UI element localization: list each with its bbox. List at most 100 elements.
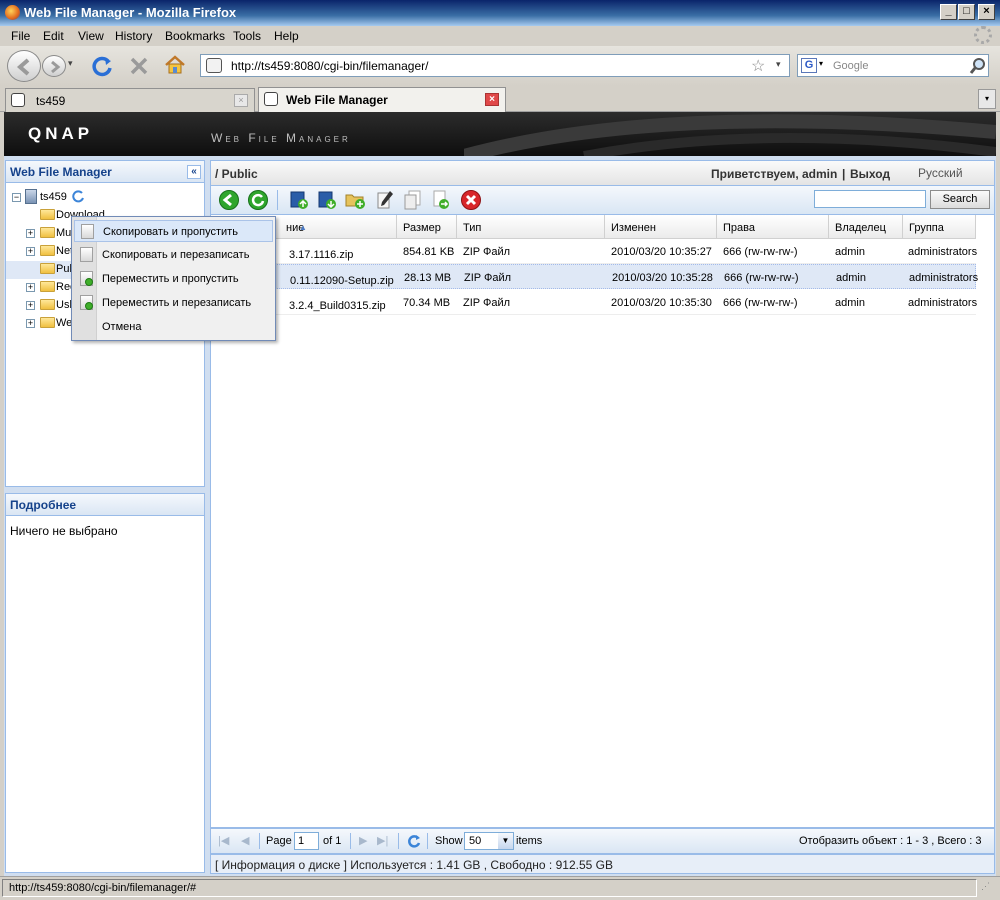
last-page-icon[interactable]: ▶|: [377, 834, 388, 847]
grid-header: ние ▲ Размер Тип Изменен Права Владелец …: [211, 215, 976, 239]
expand-icon[interactable]: +: [26, 283, 35, 292]
column-size[interactable]: Размер: [397, 215, 457, 239]
page-input[interactable]: 1: [294, 832, 319, 850]
home-icon[interactable]: [163, 53, 187, 77]
refresh-icon[interactable]: [248, 190, 268, 210]
forward-button[interactable]: [42, 55, 66, 77]
qnap-banner: QNAP Web File Manager: [4, 112, 996, 156]
close-window-button[interactable]: ×: [978, 4, 995, 20]
delete-icon[interactable]: [461, 190, 481, 210]
search-button[interactable]: Search: [930, 190, 990, 209]
menu-item-cancel[interactable]: Отмена: [74, 316, 273, 338]
back-button[interactable]: [7, 50, 41, 82]
file-row[interactable]: 3.2.4_Build0315.zip 70.34 MB ZIP Файл 20…: [211, 290, 977, 315]
page-size-select[interactable]: 50 ▼: [464, 832, 514, 850]
file-name: 0.11.12090-Setup.zip: [290, 275, 394, 287]
search-engine-box[interactable]: G ▾ Google: [797, 54, 989, 77]
first-page-icon[interactable]: |◀: [218, 834, 229, 847]
refresh-tree-icon[interactable]: [72, 189, 86, 203]
file-type: ZIP Файл: [464, 272, 512, 284]
column-group[interactable]: Группа: [903, 215, 976, 239]
menu-item-label: Скопировать и перезаписать: [102, 249, 250, 261]
menu-item-label: Скопировать и пропустить: [103, 226, 238, 238]
collapse-panel-icon[interactable]: «: [187, 165, 201, 179]
file-type: ZIP Файл: [463, 297, 511, 309]
tab-favicon-icon: [264, 92, 278, 106]
language-selector[interactable]: Русский: [918, 166, 963, 180]
menu-item-move-overwrite[interactable]: Переместить и перезаписать: [74, 292, 273, 314]
tab-list-button[interactable]: ▾: [978, 89, 996, 109]
banner-swirl-decoration: [464, 114, 996, 156]
column-type[interactable]: Тип: [457, 215, 605, 239]
menu-tools[interactable]: Tools: [233, 29, 261, 43]
url-dropdown-icon[interactable]: ▾: [776, 59, 781, 70]
prev-page-icon[interactable]: ◀: [241, 834, 249, 847]
rename-icon[interactable]: [375, 190, 395, 210]
expand-icon[interactable]: +: [26, 229, 35, 238]
qnap-logo: QNAP: [28, 124, 94, 143]
menu-item-copy-skip[interactable]: Скопировать и пропустить: [74, 220, 273, 242]
copy-icon[interactable]: [403, 190, 423, 210]
file-name: 3.17.1116.zip: [289, 249, 354, 261]
menu-help[interactable]: Help: [274, 29, 299, 43]
display-summary: Отобразить объект : 1 - 3 , Всего : 3: [799, 835, 982, 847]
column-modified[interactable]: Изменен: [605, 215, 717, 239]
url-bar[interactable]: http://ts459:8080/cgi-bin/filemanager/ ☆…: [200, 54, 790, 77]
menu-item-copy-overwrite[interactable]: Скопировать и перезаписать: [74, 244, 273, 266]
search-engine-placeholder[interactable]: Google: [833, 60, 868, 72]
folder-icon: [40, 317, 55, 328]
stop-icon[interactable]: [128, 55, 150, 77]
new-folder-icon[interactable]: [345, 190, 365, 210]
bookmark-star-icon[interactable]: ☆: [751, 56, 765, 76]
tab-close-icon[interactable]: ×: [485, 93, 499, 106]
tree-panel-header: Web File Manager «: [6, 161, 204, 183]
tree-panel-title: Web File Manager: [10, 165, 112, 179]
current-path: / Public: [215, 167, 258, 181]
search-input[interactable]: [814, 190, 926, 208]
minimize-button[interactable]: _: [940, 4, 957, 20]
logout-link[interactable]: Выход: [850, 167, 890, 181]
menu-history[interactable]: History: [115, 29, 152, 43]
file-modified: 2010/03/20 10:35:28: [612, 272, 713, 284]
menu-view[interactable]: View: [78, 29, 104, 43]
google-icon[interactable]: G: [801, 58, 817, 73]
menu-file[interactable]: File: [11, 29, 30, 43]
page-size-value[interactable]: 50: [469, 835, 481, 847]
column-permissions[interactable]: Права: [717, 215, 829, 239]
tab-web-file-manager[interactable]: Web File Manager ×: [258, 87, 506, 112]
file-row-selected[interactable]: 0.11.12090-Setup.zip 28.13 MB ZIP Файл 2…: [211, 264, 978, 289]
expand-icon[interactable]: +: [26, 301, 35, 310]
forward-arrow-icon: [51, 60, 61, 74]
sort-asc-icon: ▲: [299, 223, 307, 232]
maximize-button[interactable]: □: [958, 4, 975, 20]
magnifier-icon[interactable]: [969, 57, 987, 75]
greeting-separator: |: [842, 167, 846, 181]
upload-icon[interactable]: [289, 190, 309, 210]
download-icon[interactable]: [317, 190, 337, 210]
refresh-list-icon[interactable]: [406, 833, 422, 849]
file-row[interactable]: 3.17.1116.zip 854.81 KB ZIP Файл 2010/03…: [211, 239, 977, 264]
reload-icon[interactable]: [91, 54, 115, 78]
expand-icon[interactable]: +: [26, 319, 35, 328]
next-page-icon[interactable]: ▶: [359, 834, 367, 847]
file-permissions: 666 (rw-rw-rw-): [723, 246, 798, 258]
folder-icon: [40, 299, 55, 310]
url-text[interactable]: http://ts459:8080/cgi-bin/filemanager/: [231, 59, 428, 73]
page-of-label: of 1: [323, 835, 342, 847]
history-dropdown-icon[interactable]: ▾: [68, 58, 80, 74]
column-owner[interactable]: Владелец: [829, 215, 903, 239]
expand-icon[interactable]: +: [26, 247, 35, 256]
chevron-down-icon[interactable]: ▼: [498, 833, 513, 849]
engine-dropdown-icon[interactable]: ▾: [819, 59, 823, 68]
tab-ts459[interactable]: ts459 ×: [5, 88, 255, 112]
collapse-icon[interactable]: −: [12, 193, 21, 202]
menu-edit[interactable]: Edit: [43, 29, 64, 43]
menu-item-move-skip[interactable]: Переместить и пропустить: [74, 268, 273, 290]
resize-grip-icon[interactable]: ⋰: [981, 881, 997, 897]
tab-close-icon[interactable]: ×: [234, 94, 248, 107]
move-icon[interactable]: [431, 190, 451, 210]
move-arrow-icon: [85, 302, 93, 310]
menu-bookmarks[interactable]: Bookmarks: [165, 29, 225, 43]
back-folder-icon[interactable]: [219, 190, 239, 210]
page-input-value[interactable]: 1: [298, 835, 304, 847]
